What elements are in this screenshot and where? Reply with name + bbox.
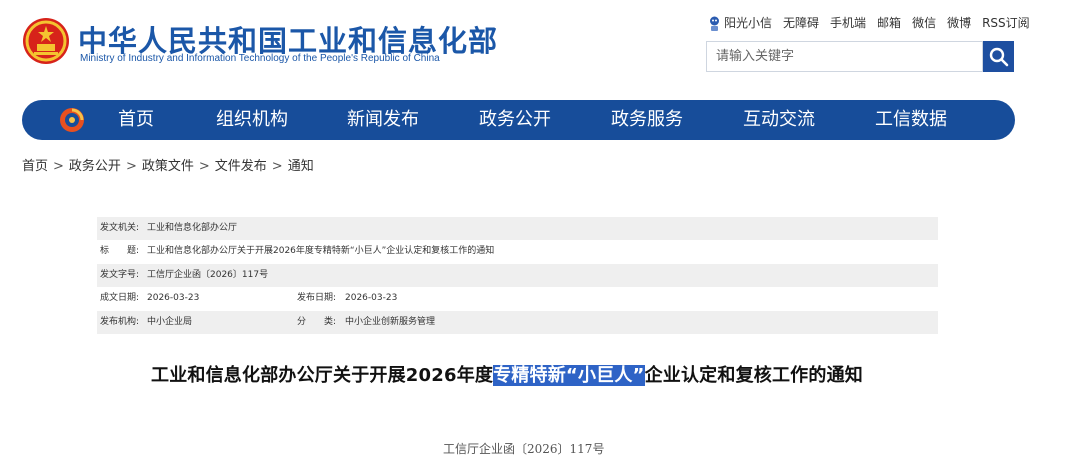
- info-row-org: 发布机构: 中小企业局 分 类: 中小企业创新服务管理: [97, 311, 938, 334]
- breadcrumb-separator: >: [198, 159, 210, 174]
- nav-item-home[interactable]: 首页: [118, 100, 154, 140]
- issuer-label: 发文机关:: [100, 223, 140, 233]
- wechat-link[interactable]: 微信: [912, 14, 936, 31]
- rss-link[interactable]: RSS订阅: [982, 14, 1030, 31]
- mail-link[interactable]: 邮箱: [877, 14, 901, 31]
- search-icon: [989, 47, 1008, 66]
- info-row-issuer: 发文机关: 工业和信息化部办公厅: [97, 217, 938, 240]
- search-input[interactable]: [707, 42, 976, 71]
- issuer-value: 工业和信息化部办公厅: [147, 223, 238, 233]
- accessibility-link[interactable]: 无障碍: [783, 14, 819, 31]
- mobile-link[interactable]: 手机端: [830, 14, 866, 31]
- sunshine-xiaoxin-link[interactable]: 阳光小信: [708, 14, 772, 31]
- document-title[interactable]: 工业和信息化部办公厅关于开展2026年度专精特新“小巨人”企业认定和复核工作的通…: [151, 361, 863, 387]
- title-label: 标 题:: [100, 246, 140, 256]
- national-emblem-logo[interactable]: [22, 17, 70, 65]
- site-subtitle: Ministry of Industry and Information Tec…: [80, 53, 440, 64]
- robot-icon: [710, 16, 719, 31]
- org-value: 中小企业局: [147, 317, 193, 327]
- info-row-title: 标 题: 工业和信息化部办公厅关于开展2026年度专精特新“小巨人”企业认定和复…: [97, 240, 938, 263]
- breadcrumb-separator: >: [125, 159, 137, 174]
- nav-item-organization[interactable]: 组织机构: [216, 100, 288, 140]
- document-number: 工信厅企业函〔2026〕117号: [443, 442, 605, 456]
- nav-item-interaction[interactable]: 互动交流: [743, 100, 815, 140]
- org-label: 发布机构:: [100, 317, 140, 327]
- created-date-value: 2026-03-23: [147, 293, 200, 303]
- nav-item-government-services[interactable]: 政务服务: [611, 100, 683, 140]
- nav-item-government-affairs[interactable]: 政务公开: [479, 100, 551, 140]
- breadcrumb-document-release[interactable]: 文件发布: [215, 159, 267, 174]
- breadcrumb-separator: >: [53, 159, 64, 174]
- published-date-value: 2026-03-23: [345, 293, 398, 303]
- document-title-part: 工业和信息化部办公厅关于开展2026年度: [151, 365, 494, 386]
- doc-number-label: 发文字号:: [100, 270, 140, 280]
- sunshine-xiaoxin-label: 阳光小信: [724, 16, 773, 30]
- weibo-link[interactable]: 微博: [947, 14, 971, 31]
- doc-number-value: 工信厅企业函〔2026〕117号: [147, 270, 269, 280]
- search-button[interactable]: [983, 41, 1014, 72]
- top-links: 阳光小信 无障碍 手机端 邮箱 微信 微博 RSS订阅: [708, 14, 1030, 31]
- breadcrumb-home[interactable]: 首页: [22, 159, 48, 174]
- document-title-part: 企业认定和复核工作的通知: [644, 365, 863, 386]
- nav-item-data[interactable]: 工信数据: [875, 100, 947, 140]
- breadcrumb-government-affairs[interactable]: 政务公开: [69, 159, 121, 174]
- ministry-logo-icon[interactable]: [59, 107, 85, 133]
- title-value: 工业和信息化部办公厅关于开展2026年度专精特新“小巨人”企业认定和复核工作的通…: [147, 246, 495, 256]
- selected-text[interactable]: 专精特新“小巨人”: [493, 365, 645, 386]
- info-row-doc-number: 发文字号: 工信厅企业函〔2026〕117号: [97, 264, 938, 287]
- breadcrumb-policy-documents[interactable]: 政策文件: [142, 159, 194, 174]
- main-navigation: 首页 组织机构 新闻发布 政务公开 政务服务 互动交流 工信数据: [22, 100, 1015, 140]
- breadcrumb-separator: >: [271, 159, 283, 174]
- nav-item-news[interactable]: 新闻发布: [347, 100, 419, 140]
- published-date-label: 发布日期:: [297, 293, 337, 303]
- breadcrumb: 首页 > 政务公开 > 政策文件 > 文件发布 > 通知: [22, 155, 314, 174]
- created-date-label: 成文日期:: [100, 293, 140, 303]
- breadcrumb-notice[interactable]: 通知: [288, 159, 314, 174]
- info-row-dates: 成文日期: 2026-03-23 发布日期: 2026-03-23: [97, 287, 938, 310]
- search-box: [706, 41, 983, 72]
- category-value: 中小企业创新服务管理: [345, 317, 436, 327]
- category-label: 分 类:: [297, 317, 337, 327]
